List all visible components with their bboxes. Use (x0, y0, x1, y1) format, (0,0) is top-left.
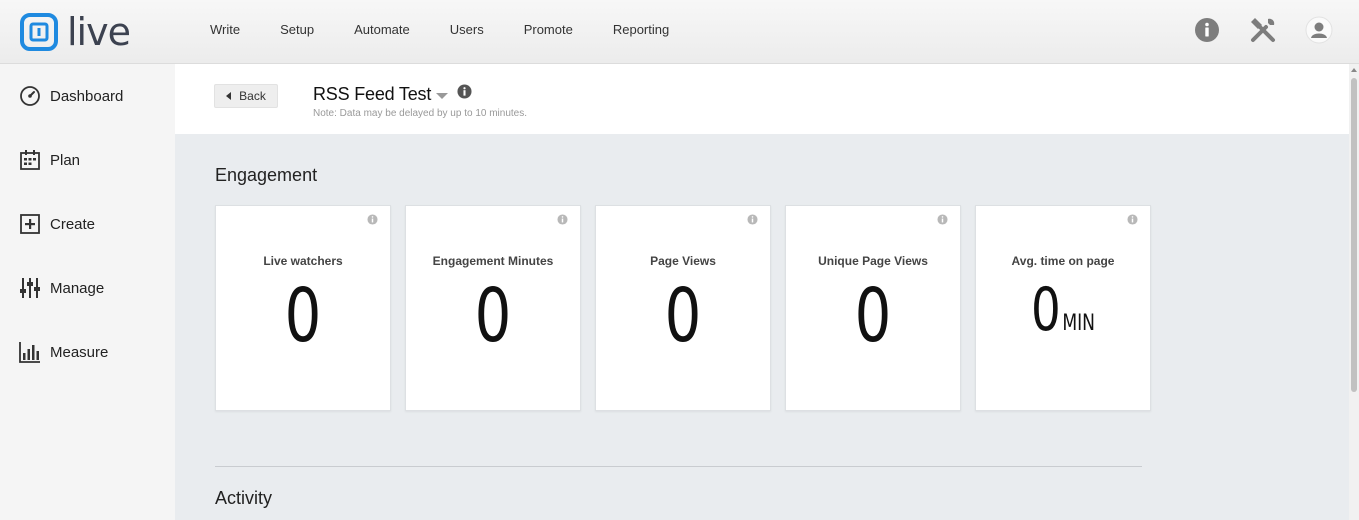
sidebar-item-plan[interactable]: Plan (18, 148, 80, 172)
user-avatar-icon (1305, 16, 1333, 44)
metric-label: Engagement Minutes (432, 254, 554, 268)
bar-chart-icon (19, 342, 40, 363)
page-title: RSS Feed Test (313, 84, 432, 104)
card-info-icon[interactable] (557, 214, 568, 225)
metric-value: 0 (474, 273, 512, 359)
tools-icon (1251, 18, 1275, 42)
card-info-icon[interactable] (937, 214, 948, 225)
nav-write[interactable]: Write (190, 0, 260, 60)
back-button[interactable]: Back (214, 84, 278, 108)
logo-text: live (67, 10, 131, 54)
sidebar-item-label: Measure (50, 343, 109, 361)
scrollbar-thumb[interactable] (1351, 78, 1357, 392)
nav-reporting[interactable]: Reporting (593, 0, 689, 60)
page-title-wrap: RSS Feed Test (313, 84, 472, 105)
activity-title: Activity (215, 488, 273, 508)
sidebar-item-dashboard[interactable]: Dashboard (18, 84, 123, 108)
metric-value-with-unit: 0MIN (995, 270, 1131, 364)
scroll-up-icon[interactable] (1351, 68, 1357, 72)
section-divider (215, 466, 1142, 467)
metric-value: 0 (854, 273, 892, 359)
sidebar: Dashboard Plan Create Manage Measure (0, 64, 175, 520)
metric-label: Live watchers (263, 254, 343, 268)
sidebar-item-label: Manage (50, 279, 105, 297)
gauge-icon (20, 86, 40, 106)
sidebar-item-label: Plan (50, 151, 81, 169)
metric-value: 0 (664, 273, 702, 359)
sidebar-item-create[interactable]: Create (18, 212, 95, 236)
app-logo[interactable]: live (20, 10, 131, 54)
card-info-icon[interactable] (1127, 214, 1138, 225)
metric-card-live-watchers: Live watchers 0 (215, 205, 391, 411)
nav-users[interactable]: Users (430, 0, 504, 60)
metric-value: 0 (1030, 275, 1061, 345)
metric-card-engagement-minutes: Engagement Minutes 0 (405, 205, 581, 411)
nav-promote[interactable]: Promote (504, 0, 593, 60)
metric-value: 0 (284, 273, 322, 359)
plus-box-icon (20, 214, 40, 234)
top-icons (1167, 14, 1335, 46)
top-header: live Write Setup Automate Users Promote … (0, 0, 1359, 64)
subheader: Back RSS Feed Test Note: Data may be del… (175, 64, 1349, 134)
sidebar-item-manage[interactable]: Manage (18, 276, 104, 300)
title-info-icon[interactable] (457, 84, 472, 99)
sidebar-item-measure[interactable]: Measure (18, 340, 108, 364)
data-delay-note: Note: Data may be delayed by up to 10 mi… (313, 108, 528, 119)
user-menu-button[interactable] (1303, 14, 1335, 46)
engagement-title: Engagement (215, 165, 318, 185)
top-nav: Write Setup Automate Users Promote Repor… (190, 0, 689, 60)
tools-button[interactable] (1247, 14, 1279, 46)
metric-label: Avg. time on page (1011, 254, 1115, 268)
card-info-icon[interactable] (747, 214, 758, 225)
main-content: Back RSS Feed Test Note: Data may be del… (175, 64, 1349, 520)
metric-label: Page Views (650, 254, 716, 268)
back-caret-icon (226, 92, 232, 100)
info-icon (1195, 18, 1219, 42)
calendar-icon (20, 150, 40, 170)
info-button[interactable] (1191, 14, 1223, 46)
metric-card-unique-page-views: Unique Page Views 0 (785, 205, 961, 411)
metric-unit: MIN (1062, 311, 1096, 336)
metric-label: Unique Page Views (818, 254, 928, 268)
card-info-icon[interactable] (367, 214, 378, 225)
nav-setup[interactable]: Setup (260, 0, 334, 60)
title-dropdown-icon[interactable] (436, 92, 449, 99)
sliders-icon (20, 278, 40, 298)
sidebar-item-label: Create (50, 215, 96, 233)
nav-automate[interactable]: Automate (334, 0, 430, 60)
metric-card-avg-time-on-page: Avg. time on page 0MIN (975, 205, 1151, 411)
page-scrollbar[interactable] (1349, 64, 1359, 520)
live-logo-icon (20, 13, 58, 51)
back-label: Back (239, 89, 266, 103)
metric-card-page-views: Page Views 0 (595, 205, 771, 411)
sidebar-item-label: Dashboard (50, 87, 124, 105)
